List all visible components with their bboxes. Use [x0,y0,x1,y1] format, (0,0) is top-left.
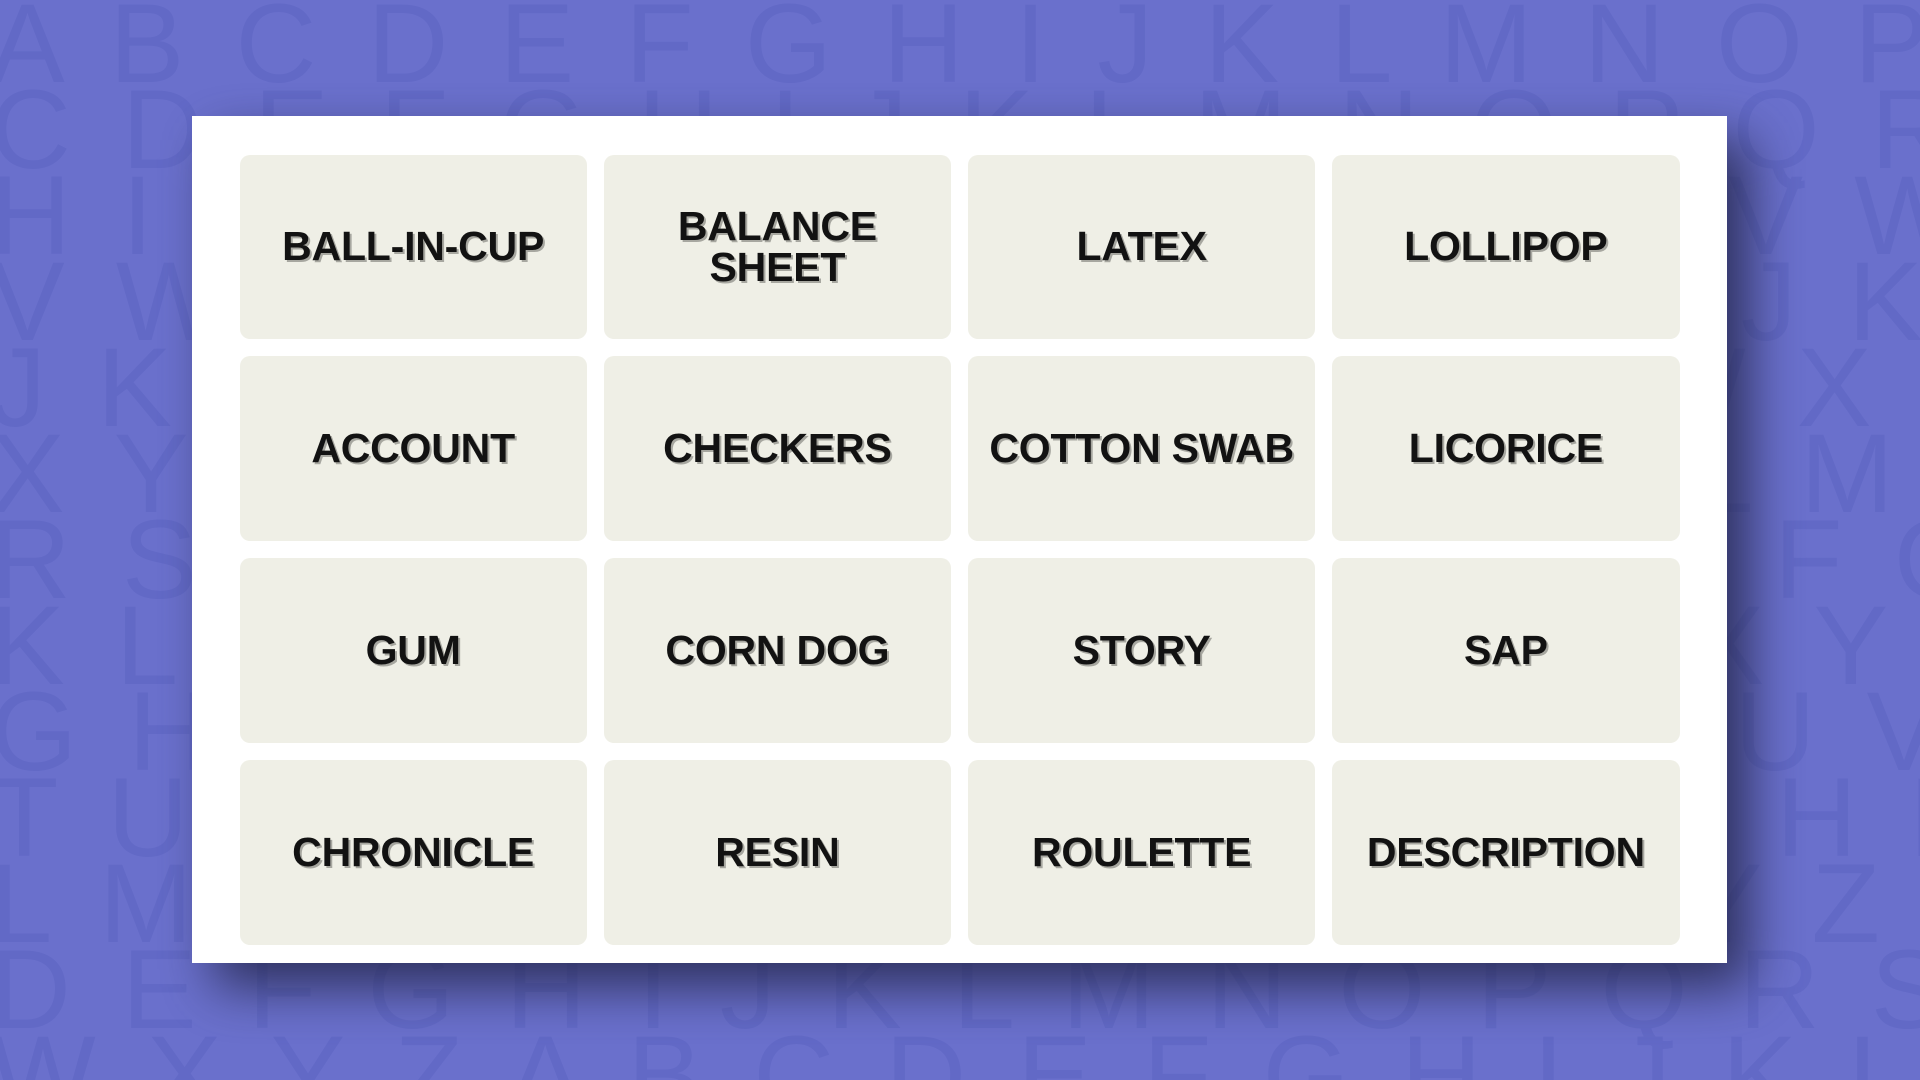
word-tile-label: COTTON SWAB [989,425,1294,472]
word-tile[interactable]: CHRONICLE [239,759,587,945]
word-tile[interactable]: LICORICE [1332,356,1680,541]
background-letter-row: W X Y Z A B C D E F G H I J K L M N O P … [0,1013,1920,1080]
word-tile-label: LATEX [1076,223,1207,270]
word-tile[interactable]: GUM [239,558,587,743]
word-tile[interactable]: ACCOUNT [239,356,587,541]
word-tile[interactable]: BALANCE SHEET [603,154,951,340]
word-tile-label: GUM [365,626,461,673]
word-tile[interactable]: STORY [968,558,1316,743]
word-tile[interactable]: LOLLIPOP [1332,154,1680,340]
word-tile[interactable]: CHECKERS [603,356,951,541]
word-tile-label: BALL-IN-CUP [282,223,545,270]
word-tile-label: SAP [1464,626,1548,673]
word-board-card: BALL-IN-CUP BALANCE SHEET LATEX LOLLIPOP ACC… [192,116,1727,963]
word-tile[interactable]: SAP [1332,558,1680,743]
word-tile-label: RESIN [715,828,840,875]
word-tile[interactable]: LATEX [968,154,1316,340]
word-tile-label: STORY [1072,626,1211,673]
word-tile[interactable]: CORN DOG [603,558,951,743]
word-tile-label: CHECKERS [663,425,892,472]
word-tile-label: CHRONICLE [292,828,535,875]
word-tile-label: BALANCE SHEET [677,202,877,290]
word-tile[interactable]: DESCRIPTION [1332,759,1680,945]
word-tile-label: LOLLIPOP [1404,223,1608,270]
word-tile-label: DESCRIPTION [1366,828,1645,875]
word-tile-label: ACCOUNT [311,425,515,472]
word-tile-label: ROULETTE [1031,828,1252,875]
word-tile[interactable]: RESIN [603,759,951,945]
word-tile[interactable]: BALL-IN-CUP [239,154,587,340]
word-tile[interactable]: ROULETTE [968,759,1316,945]
word-tile-label: LICORICE [1408,425,1604,472]
word-tile[interactable]: COTTON SWAB [968,356,1316,541]
word-tile-grid: BALL-IN-CUP BALANCE SHEET LATEX LOLLIPOP ACC… [239,154,1680,945]
word-tile-label: CORN DOG [665,626,890,673]
